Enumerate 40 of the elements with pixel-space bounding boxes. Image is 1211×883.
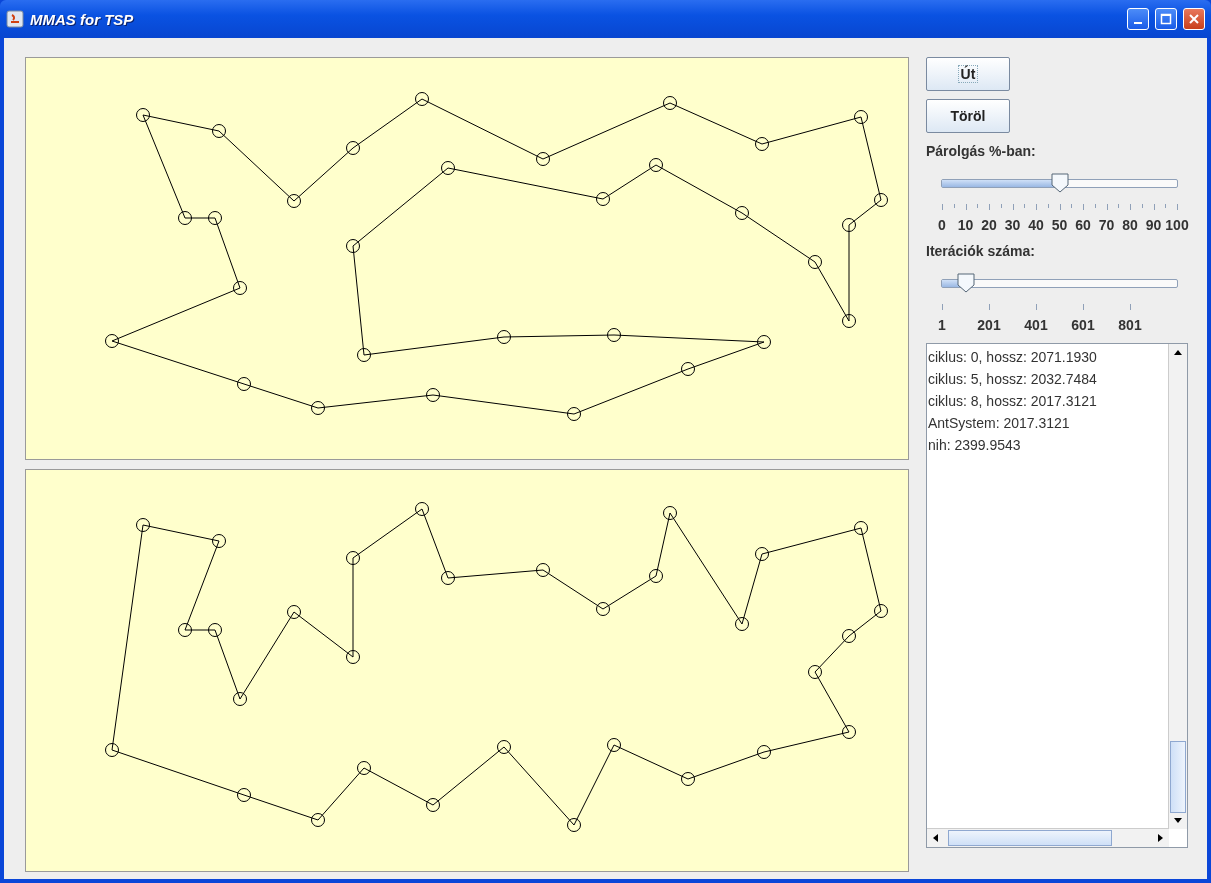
log-line: nih: 2399.9543 <box>928 436 1022 455</box>
scrollbar-thumb[interactable] <box>948 830 1112 846</box>
slider-thumb[interactable] <box>1049 173 1070 193</box>
slider[interactable] <box>941 272 1178 293</box>
maximize-button[interactable] <box>1155 8 1177 30</box>
route-button[interactable]: Út <box>926 57 1010 91</box>
close-button[interactable] <box>1183 8 1205 30</box>
tick-label: 40 <box>1028 217 1044 233</box>
log-line: ciklus: 0, hossz: 2071.1930 <box>928 348 1098 367</box>
close-icon <box>1188 13 1200 25</box>
tick-label: 90 <box>1145 217 1162 233</box>
tick-label: 50 <box>1051 217 1068 233</box>
tick-label: 70 <box>1098 217 1115 233</box>
tick-label: 0 <box>938 217 946 233</box>
tick-label: 60 <box>1075 217 1091 233</box>
app-icon <box>6 10 24 28</box>
slider-thumb[interactable] <box>955 273 976 293</box>
tick-label: 1 <box>938 317 946 333</box>
tick-label: 801 <box>1118 317 1142 333</box>
slider-label: Iterációk száma: <box>926 243 1036 259</box>
minimize-icon <box>1134 22 1142 24</box>
maximize-icon <box>1160 13 1172 25</box>
tick-label: 601 <box>1071 317 1095 333</box>
tick-label: 10 <box>957 217 974 233</box>
log-area[interactable]: ciklus: 0, hossz: 2071.1930 ciklus: 5, hossz: 2032.7484 ciklus: 8, hossz: 2017.3121 AntSystem: 2017.3121 nih: 2399.9543 <box>926 343 1188 848</box>
tick-label: 201 <box>977 317 1001 333</box>
clear-button[interactable]: Töröl <box>926 99 1010 133</box>
log-line: ciklus: 5, hossz: 2032.7484 <box>928 370 1098 389</box>
log-line: ciklus: 8, hossz: 2017.3121 <box>928 392 1098 411</box>
scrollbar-thumb[interactable] <box>1170 741 1186 813</box>
tick-label: 100 <box>1165 217 1189 233</box>
tick-label: 20 <box>981 217 997 233</box>
window-title: MMAS for TSP <box>30 10 134 28</box>
slider-label: Párolgás %-ban: <box>926 143 1037 159</box>
log-line: AntSystem: 2017.3121 <box>928 414 1071 433</box>
tick-label: 80 <box>1122 217 1138 233</box>
slider[interactable] <box>941 172 1178 193</box>
minimize-button[interactable] <box>1127 8 1149 30</box>
tick-label: 30 <box>1004 217 1021 233</box>
tick-label: 401 <box>1024 317 1048 333</box>
